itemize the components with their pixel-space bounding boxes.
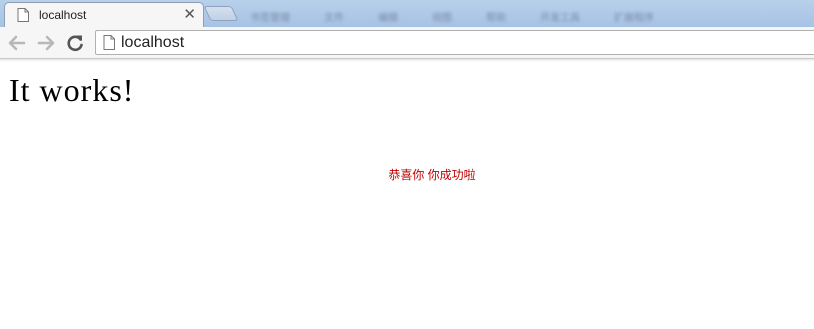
tab-title: localhost [39, 8, 87, 22]
blurred-label: 帮助 [486, 13, 506, 24]
blurred-label: 文件 [324, 13, 344, 24]
page-icon [17, 8, 29, 22]
reload-icon[interactable] [64, 32, 86, 54]
blurred-label: 开发工具 [540, 13, 580, 24]
arrow-right-icon[interactable] [35, 32, 57, 54]
new-tab-button[interactable] [203, 6, 239, 21]
tab-localhost[interactable]: localhost ✕ [4, 2, 204, 27]
tab-strip: 书签管理 文件 编辑 视图 帮助 开发工具 扩展程序 localhost ✕ [0, 0, 814, 27]
blurred-label: 扩展程序 [614, 13, 654, 24]
success-message: 恭喜你 你成功啦 [388, 168, 476, 182]
arrow-left-icon[interactable] [6, 32, 28, 54]
blurred-label: 视图 [432, 13, 452, 24]
page-icon [103, 35, 115, 50]
blurred-label: 编辑 [378, 13, 398, 24]
address-bar[interactable] [95, 30, 814, 55]
page-content: It works! 恭喜你 你成功啦 [0, 62, 814, 329]
blurred-label: 书签管理 [250, 13, 290, 24]
page-heading: It works! [9, 72, 135, 108]
blurred-background-text: 书签管理 文件 编辑 视图 帮助 开发工具 扩展程序 [250, 9, 688, 24]
browser-window: 书签管理 文件 编辑 视图 帮助 开发工具 扩展程序 localhost ✕ l… [0, 0, 814, 329]
url-input[interactable] [121, 34, 721, 52]
toolbar [0, 27, 814, 59]
close-icon[interactable]: ✕ [183, 5, 196, 23]
